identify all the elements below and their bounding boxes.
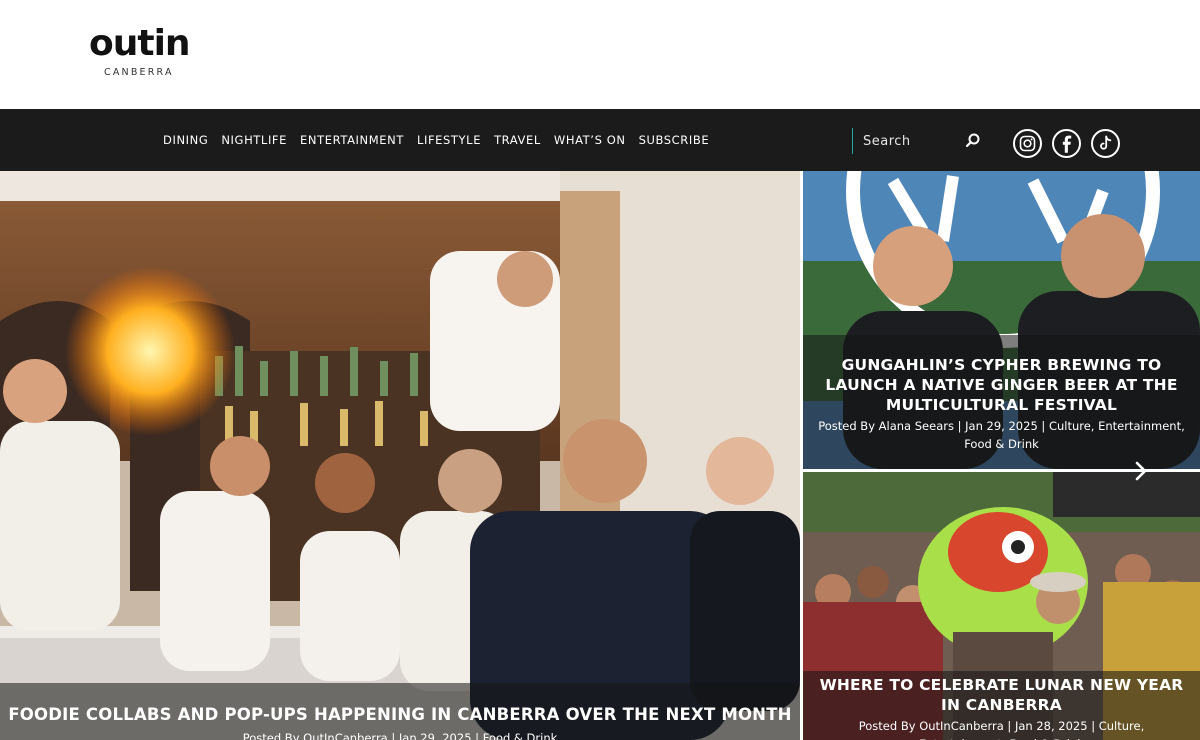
featured-post-bottom-right[interactable]: WHERE TO CELEBRATE LUNAR NEW YEAR IN CAN… bbox=[803, 472, 1200, 740]
instagram-icon[interactable] bbox=[1013, 129, 1042, 158]
post-title[interactable]: WHERE TO CELEBRATE LUNAR NEW YEAR IN CAN… bbox=[817, 675, 1186, 715]
featured-post-main[interactable]: FOODIE COLLABS AND POP-UPS HAPPENING IN … bbox=[0, 171, 800, 740]
nav-item-entertainment[interactable]: ENTERTAINMENT bbox=[300, 133, 404, 147]
post-meta: Posted By OutInCanberra | Jan 29, 2025 |… bbox=[242, 731, 558, 740]
tiktok-icon[interactable] bbox=[1091, 129, 1120, 158]
featured-caption-top-right: GUNGAHLIN’S CYPHER BREWING TO LAUNCH A N… bbox=[803, 335, 1200, 469]
featured-grid: FOODIE COLLABS AND POP-UPS HAPPENING IN … bbox=[0, 171, 1200, 740]
nav-item-nightlife[interactable]: NIGHTLIFE bbox=[221, 133, 287, 147]
search-box bbox=[852, 128, 982, 154]
nav-item-lifestyle[interactable]: LIFESTYLE bbox=[417, 133, 481, 147]
slider-next-arrow-icon[interactable] bbox=[1131, 459, 1151, 483]
featured-image-bar-staff bbox=[0, 171, 800, 740]
featured-caption-bottom-right: WHERE TO CELEBRATE LUNAR NEW YEAR IN CAN… bbox=[803, 671, 1200, 740]
featured-caption-main: FOODIE COLLABS AND POP-UPS HAPPENING IN … bbox=[0, 683, 800, 740]
nav-menu: DINING NIGHTLIFE ENTERTAINMENT LIFESTYLE… bbox=[163, 109, 709, 171]
post-title[interactable]: FOODIE COLLABS AND POP-UPS HAPPENING IN … bbox=[0, 705, 800, 725]
nav-item-subscribe[interactable]: SUBSCRIBE bbox=[639, 133, 710, 147]
post-title[interactable]: GUNGAHLIN’S CYPHER BREWING TO LAUNCH A N… bbox=[817, 355, 1186, 415]
site-logo[interactable]: outin CANBERRA bbox=[89, 23, 195, 79]
featured-post-top-right[interactable]: GUNGAHLIN’S CYPHER BREWING TO LAUNCH A N… bbox=[803, 171, 1200, 469]
logo-wordmark: outin bbox=[89, 23, 191, 64]
main-nav: DINING NIGHTLIFE ENTERTAINMENT LIFESTYLE… bbox=[0, 109, 1200, 171]
post-meta: Posted By Alana Seears | Jan 29, 2025 | … bbox=[818, 419, 1185, 451]
post-meta: Posted By OutInCanberra | Jan 28, 2025 |… bbox=[858, 719, 1145, 740]
nav-item-whats-on[interactable]: WHAT’S ON bbox=[554, 133, 626, 147]
search-input[interactable] bbox=[863, 130, 953, 152]
nav-item-travel[interactable]: TRAVEL bbox=[494, 133, 541, 147]
site-header: outin CANBERRA bbox=[0, 0, 1200, 109]
facebook-icon[interactable] bbox=[1052, 129, 1081, 158]
search-icon[interactable] bbox=[963, 131, 983, 151]
logo-subtitle: CANBERRA bbox=[104, 67, 174, 78]
nav-item-dining[interactable]: DINING bbox=[163, 133, 208, 147]
